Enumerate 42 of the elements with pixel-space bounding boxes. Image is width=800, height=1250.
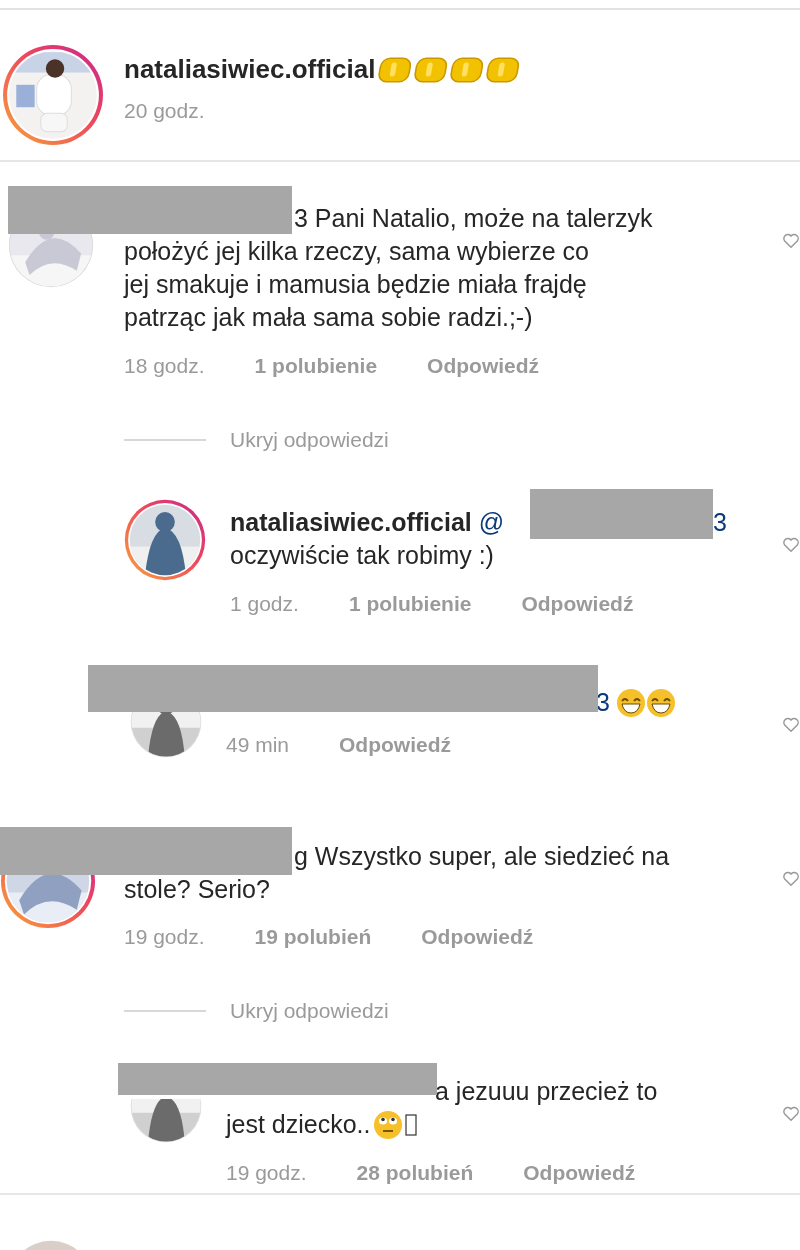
mention-link[interactable]: 3 [713, 506, 727, 539]
heart-icon[interactable] [782, 1105, 800, 1123]
mention-link[interactable]: 3 [596, 686, 610, 719]
likes-link[interactable]: 1 polubienie [254, 354, 378, 378]
reply-link[interactable]: Odpowiedź [523, 1161, 636, 1185]
comment-time: 49 min [226, 733, 290, 757]
comment-text: jest dziecko.. [226, 1109, 371, 1140]
heart-icon[interactable] [782, 870, 800, 888]
comment-text: g Wszystko super, ale siedzieć na [294, 841, 670, 872]
reply-link[interactable]: Odpowiedź [339, 733, 452, 757]
coin-icon [377, 55, 412, 84]
reply-link[interactable]: Odpowiedź [521, 592, 634, 616]
comment-text: stole? Serio? [124, 874, 270, 905]
likes-link[interactable]: 28 polubień [356, 1161, 474, 1185]
comment-text: 3 Pani Natalio, może na talerzyk [294, 203, 653, 234]
heart-icon[interactable] [782, 536, 800, 554]
comment-text: położyć jej kilka rzeczy, sama wybierze co jej smakuje i mamusia będzie miała frajdę patrząc jak mała sama sobie radzi.;-) [124, 236, 589, 333]
username[interactable]: nataliasiwiec.official [124, 54, 376, 85]
heart-icon[interactable] [782, 716, 800, 734]
username[interactable]: nataliasiwiec.official [230, 508, 472, 537]
eye-roll-emoji-icon [372, 1109, 403, 1140]
reply-link[interactable]: Odpowiedź [427, 354, 540, 378]
post-time: 20 godz. [124, 99, 206, 123]
comment-time: 19 godz. [124, 925, 205, 949]
hide-replies-link[interactable]: Ukryj odpowiedzi [230, 428, 389, 452]
likes-link[interactable]: 1 polubienie [348, 592, 472, 616]
coin-icon [413, 55, 448, 84]
likes-link[interactable]: 19 polubień [254, 925, 372, 949]
comment-text: a jezuuu przecież to [435, 1076, 658, 1107]
reply-link[interactable]: Odpowiedź [421, 925, 534, 949]
missing-glyph-icon [404, 1112, 417, 1137]
comment-time: 18 godz. [124, 354, 205, 378]
heart-icon[interactable] [782, 232, 800, 250]
comment-text: oczywiście tak robimy :) [230, 540, 494, 571]
coin-icon [485, 55, 520, 84]
grin-emoji-icon [615, 687, 646, 718]
comment-time: 19 godz. [226, 1161, 307, 1185]
hide-replies-link[interactable]: Ukryj odpowiedzi [230, 999, 389, 1023]
comment-time: 1 godz. [230, 592, 299, 616]
grin-emoji-icon [645, 687, 676, 718]
mention-link[interactable]: @ [478, 506, 505, 539]
coin-icon [449, 55, 484, 84]
